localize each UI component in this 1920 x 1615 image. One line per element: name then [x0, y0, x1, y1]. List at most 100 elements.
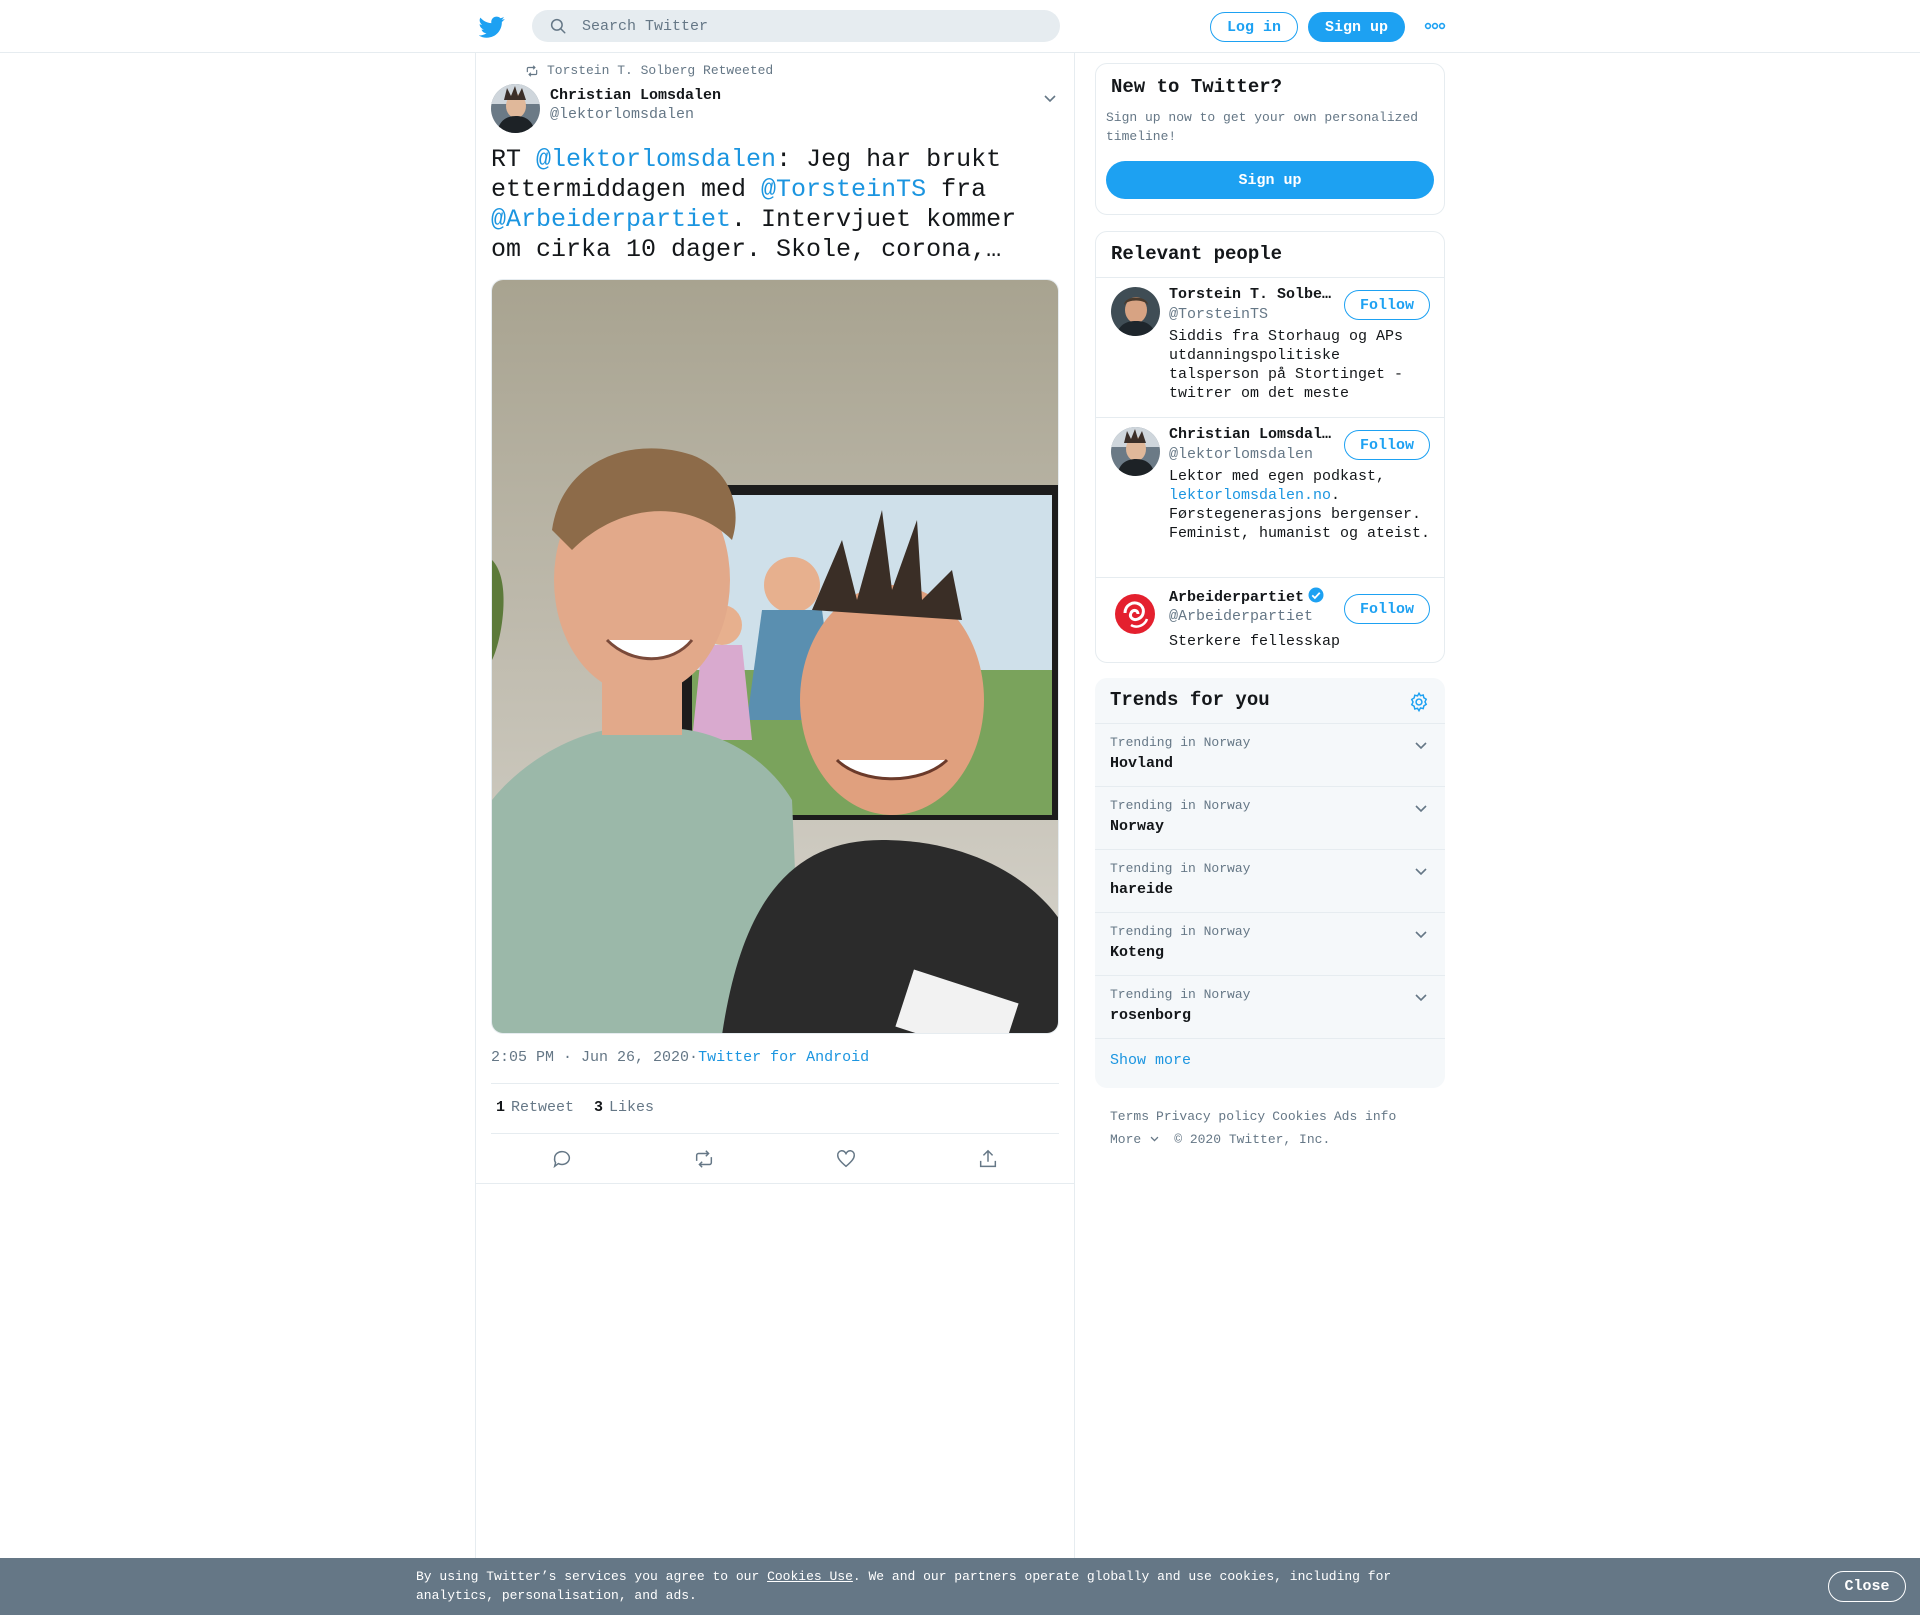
like-count-label: Likes	[609, 1099, 655, 1116]
verified-icon	[1307, 586, 1325, 604]
trend-item[interactable]: Trending in Norway Norway	[1095, 786, 1445, 849]
person-name-text: Arbeiderpartiet	[1169, 589, 1305, 606]
chevron-down-icon	[1149, 1133, 1160, 1144]
cookie-close-button[interactable]: Close	[1828, 1571, 1906, 1602]
retweet-icon[interactable]	[693, 1148, 715, 1170]
trend-context: Trending in Norway	[1110, 924, 1251, 939]
person-avatar[interactable]	[1111, 589, 1160, 638]
chevron-down-icon[interactable]	[1413, 863, 1429, 879]
new-to-twitter-subtitle: Sign up now to get your own personalized…	[1106, 110, 1419, 144]
trend-item[interactable]: Trending in Norway Koteng	[1095, 912, 1445, 975]
footer-more-button[interactable]: More	[1110, 1132, 1167, 1147]
mention-link[interactable]: @lektorlomsdalen	[536, 145, 776, 174]
person-bio: Sterkere fellesskap	[1169, 633, 1341, 650]
trend-name[interactable]: Norway	[1110, 818, 1164, 835]
chevron-down-icon[interactable]	[1042, 90, 1058, 106]
footer-copyright: © 2020 Twitter, Inc.	[1174, 1132, 1331, 1147]
trends-card: Trends for you Trending in Norway Hovlan…	[1095, 678, 1445, 1088]
trend-item[interactable]: Trending in Norway rosenborg	[1095, 975, 1445, 1038]
retweet-count-label: Retweet	[511, 1099, 575, 1116]
trend-context: Trending in Norway	[1110, 735, 1251, 750]
person-handle[interactable]: @TorsteinTS	[1169, 306, 1268, 323]
tweet-text-segment: RT	[491, 145, 537, 174]
person-bio: Lektor med egen podkast, lektorlomsdalen…	[1169, 467, 1434, 543]
tweet-photo[interactable]	[491, 279, 1059, 1034]
cookies-use-link[interactable]: Cookies Use	[767, 1569, 853, 1584]
like-icon[interactable]	[835, 1148, 857, 1170]
chevron-down-icon[interactable]	[1413, 737, 1429, 753]
top-navigation-bar: Log in Sign up	[0, 0, 1920, 53]
trend-context: Trending in Norway	[1110, 987, 1251, 1002]
chevron-down-icon[interactable]	[1413, 926, 1429, 942]
trend-name[interactable]: hareide	[1110, 881, 1173, 898]
sidebar-footer: Terms Privacy policy Cookies Ads info More ©…	[1110, 1105, 1440, 1151]
retweet-count: 1	[496, 1099, 506, 1116]
divider	[491, 1133, 1059, 1134]
person-handle[interactable]: @Arbeiderpartiet	[1169, 608, 1313, 625]
show-more-link[interactable]: Show more	[1110, 1052, 1191, 1069]
author-name[interactable]: Christian Lomsdalen	[550, 87, 721, 104]
search-icon	[549, 17, 567, 35]
new-to-twitter-title: New to Twitter?	[1111, 76, 1283, 98]
person-avatar[interactable]	[1111, 287, 1160, 336]
twitter-bird-icon[interactable]	[479, 14, 505, 40]
more-dots-icon[interactable]	[1424, 18, 1446, 34]
new-to-twitter-card: New to Twitter? Sign up now to get your …	[1095, 63, 1445, 215]
person-item[interactable]: Arbeiderpartiet @Arbeiderpartiet Sterker…	[1096, 577, 1444, 663]
like-count-stat[interactable]: 3 Likes	[594, 1099, 654, 1116]
sidebar-signup-button[interactable]: Sign up	[1106, 161, 1434, 199]
footer-terms-link[interactable]: Terms	[1110, 1109, 1149, 1124]
footer-cookies-link[interactable]: Cookies	[1272, 1109, 1327, 1124]
person-bio-link[interactable]: lektorlomsdalen.no	[1169, 487, 1331, 504]
footer-more-label: More	[1110, 1132, 1142, 1147]
share-icon[interactable]	[977, 1148, 999, 1170]
trend-name[interactable]: Koteng	[1110, 944, 1164, 961]
search-input[interactable]	[582, 17, 1022, 35]
gear-icon[interactable]	[1408, 691, 1430, 713]
mention-link[interactable]: @Arbeiderpartiet	[491, 205, 731, 234]
tweet-meta: 2:05 PM · Jun 26, 2020 · Twitter for And…	[491, 1049, 869, 1066]
tweet-text-segment: fra	[926, 175, 987, 204]
person-bio: Siddis fra Storhaug og APs utdanningspol…	[1169, 328, 1404, 402]
chevron-down-icon[interactable]	[1413, 989, 1429, 1005]
person-avatar[interactable]	[1111, 427, 1160, 476]
mention-link[interactable]: @TorsteinTS	[761, 175, 926, 204]
login-button[interactable]: Log in	[1210, 12, 1298, 42]
trend-context: Trending in Norway	[1110, 798, 1251, 813]
meta-separator: ·	[689, 1049, 699, 1066]
retweet-context[interactable]: Torstein T. Solberg Retweeted	[525, 63, 773, 78]
cookie-consent-bar: By using Twitter’s services you agree to…	[0, 1558, 1920, 1615]
signup-button[interactable]: Sign up	[1308, 12, 1405, 42]
follow-button[interactable]: Follow	[1344, 594, 1430, 624]
chevron-down-icon[interactable]	[1413, 800, 1429, 816]
divider	[1095, 1038, 1445, 1039]
search-bar[interactable]	[532, 10, 1060, 42]
trend-item[interactable]: Trending in Norway Hovland	[1095, 723, 1445, 786]
tweet-stats: 1 Retweet 3 Likes	[496, 1099, 654, 1116]
person-name[interactable]: Torstein T. Solberg	[1169, 286, 1335, 303]
relevant-people-card: Relevant people Torstein T. Solberg @Tor…	[1095, 231, 1445, 663]
author-handle[interactable]: @lektorlomsdalen	[550, 106, 694, 123]
divider	[491, 1083, 1059, 1084]
person-name[interactable]: Arbeiderpartiet	[1169, 586, 1325, 606]
person-bio-segment: Lektor med egen podkast,	[1169, 468, 1386, 485]
tweet-timestamp[interactable]: 2:05 PM · Jun 26, 2020	[491, 1049, 689, 1066]
follow-button[interactable]: Follow	[1344, 430, 1430, 460]
person-item[interactable]: Christian Lomsdalen @lektorlomsdalen Lek…	[1096, 417, 1444, 577]
person-item[interactable]: Torstein T. Solberg @TorsteinTS Siddis f…	[1096, 277, 1444, 417]
retweet-count-stat[interactable]: 1 Retweet	[496, 1099, 574, 1116]
tweet-source-link[interactable]: Twitter for Android	[698, 1049, 869, 1066]
trend-item[interactable]: Trending in Norway hareide	[1095, 849, 1445, 912]
reply-icon[interactable]	[551, 1148, 573, 1170]
person-name[interactable]: Christian Lomsdalen	[1169, 426, 1335, 443]
person-handle[interactable]: @lektorlomsdalen	[1169, 446, 1313, 463]
divider	[476, 1183, 1074, 1184]
tweet-text: RT @lektorlomsdalen: Jeg har brukt etter…	[491, 145, 1061, 265]
footer-ads-link[interactable]: Ads info	[1334, 1109, 1396, 1124]
follow-button[interactable]: Follow	[1344, 290, 1430, 320]
footer-privacy-link[interactable]: Privacy policy	[1156, 1109, 1265, 1124]
author-avatar[interactable]	[491, 84, 540, 133]
trend-name[interactable]: Hovland	[1110, 755, 1173, 772]
cookie-text-segment: By using Twitter’s services you agree to…	[416, 1569, 768, 1584]
trend-name[interactable]: rosenborg	[1110, 1007, 1191, 1024]
